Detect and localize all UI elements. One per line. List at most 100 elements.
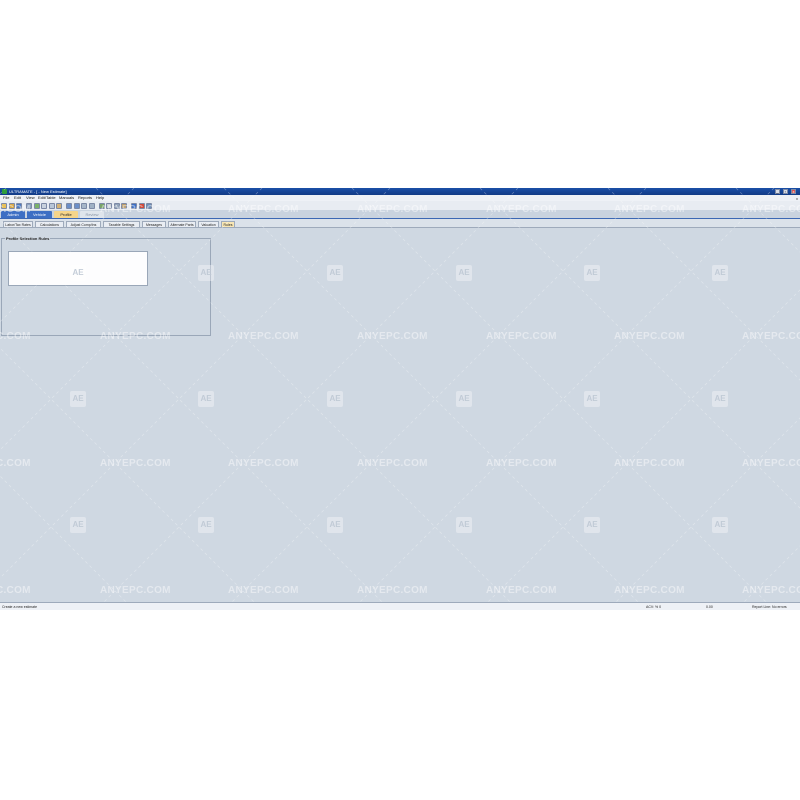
watermark-line: [223, 188, 647, 610]
watermark-logo-icon: AE: [327, 265, 343, 281]
watermark-line: [607, 417, 800, 610]
status-report: Report Line: No errors: [752, 605, 787, 609]
status-acv: ACV: % 0: [646, 605, 662, 609]
watermark-text: ANYEPC.COM: [357, 458, 428, 469]
watermark-text: ANYEPC.COM: [357, 585, 428, 596]
calculator-icon[interactable]: [88, 202, 95, 209]
subtab-alternate-parts[interactable]: Alternate Parts: [168, 221, 196, 227]
subtab-labor-tax-rates[interactable]: Labor/Tax Rates: [3, 221, 33, 227]
new-icon[interactable]: [1, 202, 7, 209]
watermark-text: ANYEPC.COM: [228, 585, 299, 596]
watermark-logo-icon: AE: [584, 265, 600, 281]
watermark-text: ANYEPC.COM: [742, 585, 800, 596]
subtab-taxable-settings[interactable]: Taxable Settings: [103, 221, 140, 227]
watermark-logo-icon: AE: [198, 391, 214, 407]
app-logo-icon: [2, 189, 7, 194]
close-button[interactable]: x: [791, 189, 796, 194]
title-bar: ULTRAMATE - [ - New Estimate] _ ▫ x: [0, 188, 800, 195]
watermark-logo-icon: AE: [584, 517, 600, 533]
watermark-text: ANYEPC.COM: [486, 585, 557, 596]
watermark-text: ANYEPC.COM: [486, 458, 557, 469]
watermark-logo-icon: AE: [456, 517, 472, 533]
watermark-text: ANYEPC.COM: [228, 331, 299, 342]
redo-icon[interactable]: [73, 202, 80, 209]
main-tab-bar: Admin Vehicle Profile Review: [0, 210, 800, 219]
paste-icon[interactable]: [56, 202, 62, 209]
about-icon[interactable]: [146, 202, 152, 209]
watermark-text: ANYEPC.COM: [614, 585, 685, 596]
watermark-text: ANYEPC.COM: [228, 458, 299, 469]
group-title: Profile Selection Rules: [5, 236, 51, 241]
tab-profile[interactable]: Profile: [54, 211, 78, 218]
delete-icon[interactable]: [138, 202, 145, 209]
watermark-text: ANYEPC.COM: [100, 585, 171, 596]
watermark-logo-icon: AE: [584, 391, 600, 407]
print-preview-icon[interactable]: [33, 202, 40, 209]
menu-file[interactable]: File: [3, 196, 9, 200]
menu-help[interactable]: Help: [96, 196, 104, 200]
minimize-button[interactable]: _: [775, 189, 780, 194]
profile-selection-rules-group: Profile Selection Rules: [1, 236, 211, 336]
subtab-adjust-comp-ins[interactable]: Adjust Comp/Ins: [66, 221, 101, 227]
watermark-text: ANYEPC.COM: [742, 331, 800, 342]
undo-icon[interactable]: [66, 202, 72, 209]
watermark-text: ANYEPC.COM: [357, 331, 428, 342]
maximize-button[interactable]: ▫: [783, 189, 788, 194]
watermark-text: ANYEPC.COM: [0, 458, 31, 469]
watermark-logo-icon: AE: [712, 517, 728, 533]
subtab-rules[interactable]: Rules: [221, 221, 235, 227]
watermark-text: ANYEPC.COM: [100, 458, 171, 469]
status-amount: 0.00: [706, 605, 713, 609]
graphics-icon[interactable]: [98, 202, 105, 209]
watermark-logo-icon: AE: [70, 517, 86, 533]
watermark-logo-icon: AE: [712, 265, 728, 281]
watermark-logo-icon: AE: [712, 391, 728, 407]
subtab-calculations[interactable]: Calculations: [35, 221, 64, 227]
watermark-line: [479, 289, 800, 610]
watermark-logo-icon: AE: [456, 265, 472, 281]
watermark-logo-icon: AE: [327, 391, 343, 407]
copy-icon[interactable]: [48, 202, 55, 209]
watermark-text: ANYEPC.COM: [742, 458, 800, 469]
watermark-line: [351, 188, 775, 610]
watermark-line: [735, 188, 800, 253]
menu-reports[interactable]: Reports: [78, 196, 92, 200]
application-window: ULTRAMATE - [ - New Estimate] _ ▫ x File…: [0, 188, 800, 610]
menu-edit-table[interactable]: Edit/Table: [38, 196, 56, 200]
open-icon[interactable]: [8, 202, 15, 209]
status-bar: Create a new estimate ACV: % 0 0.00 Repo…: [0, 602, 800, 610]
subtab-messages[interactable]: Messages: [142, 221, 166, 227]
watermark-text: ANYEPC.COM: [614, 331, 685, 342]
watermark-line: [479, 188, 800, 509]
tab-review[interactable]: Review: [80, 211, 104, 218]
menu-view[interactable]: View: [26, 196, 35, 200]
menu-edit[interactable]: Edit: [14, 196, 21, 200]
cut-icon[interactable]: [41, 202, 47, 209]
watermark-line: [223, 188, 647, 610]
status-message: Create a new estimate: [2, 605, 38, 609]
mail-icon[interactable]: [106, 202, 112, 209]
subtab-valuation[interactable]: Valuation: [198, 221, 219, 227]
watermark-line: [607, 188, 800, 381]
settings-icon[interactable]: [113, 202, 120, 209]
watermark-line: [735, 545, 800, 610]
tab-vehicle[interactable]: Vehicle: [27, 211, 52, 218]
rules-list[interactable]: [8, 251, 148, 286]
watermark-logo-icon: AE: [70, 391, 86, 407]
save-icon[interactable]: [16, 202, 22, 209]
watermark-text: ANYEPC.COM: [486, 331, 557, 342]
help-icon[interactable]: [131, 202, 137, 209]
watermark-line: [351, 188, 775, 610]
watermark-text: ANYEPC.COM: [0, 585, 31, 596]
watermark-logo-icon: AE: [327, 517, 343, 533]
window-title: ULTRAMATE - [ - New Estimate]: [9, 189, 67, 194]
sub-tab-bar: Labor/Tax Rates Calculations Adjust Comp…: [0, 219, 800, 228]
tab-admin[interactable]: Admin: [1, 211, 25, 218]
watermark-logo-icon: AE: [456, 391, 472, 407]
print-icon[interactable]: [26, 202, 32, 209]
menu-manuals[interactable]: Manuals: [59, 196, 74, 200]
watermark-logo-icon: AE: [198, 517, 214, 533]
find-icon[interactable]: [81, 202, 87, 209]
tools-icon[interactable]: [121, 202, 127, 209]
watermark-text: ANYEPC.COM: [614, 458, 685, 469]
